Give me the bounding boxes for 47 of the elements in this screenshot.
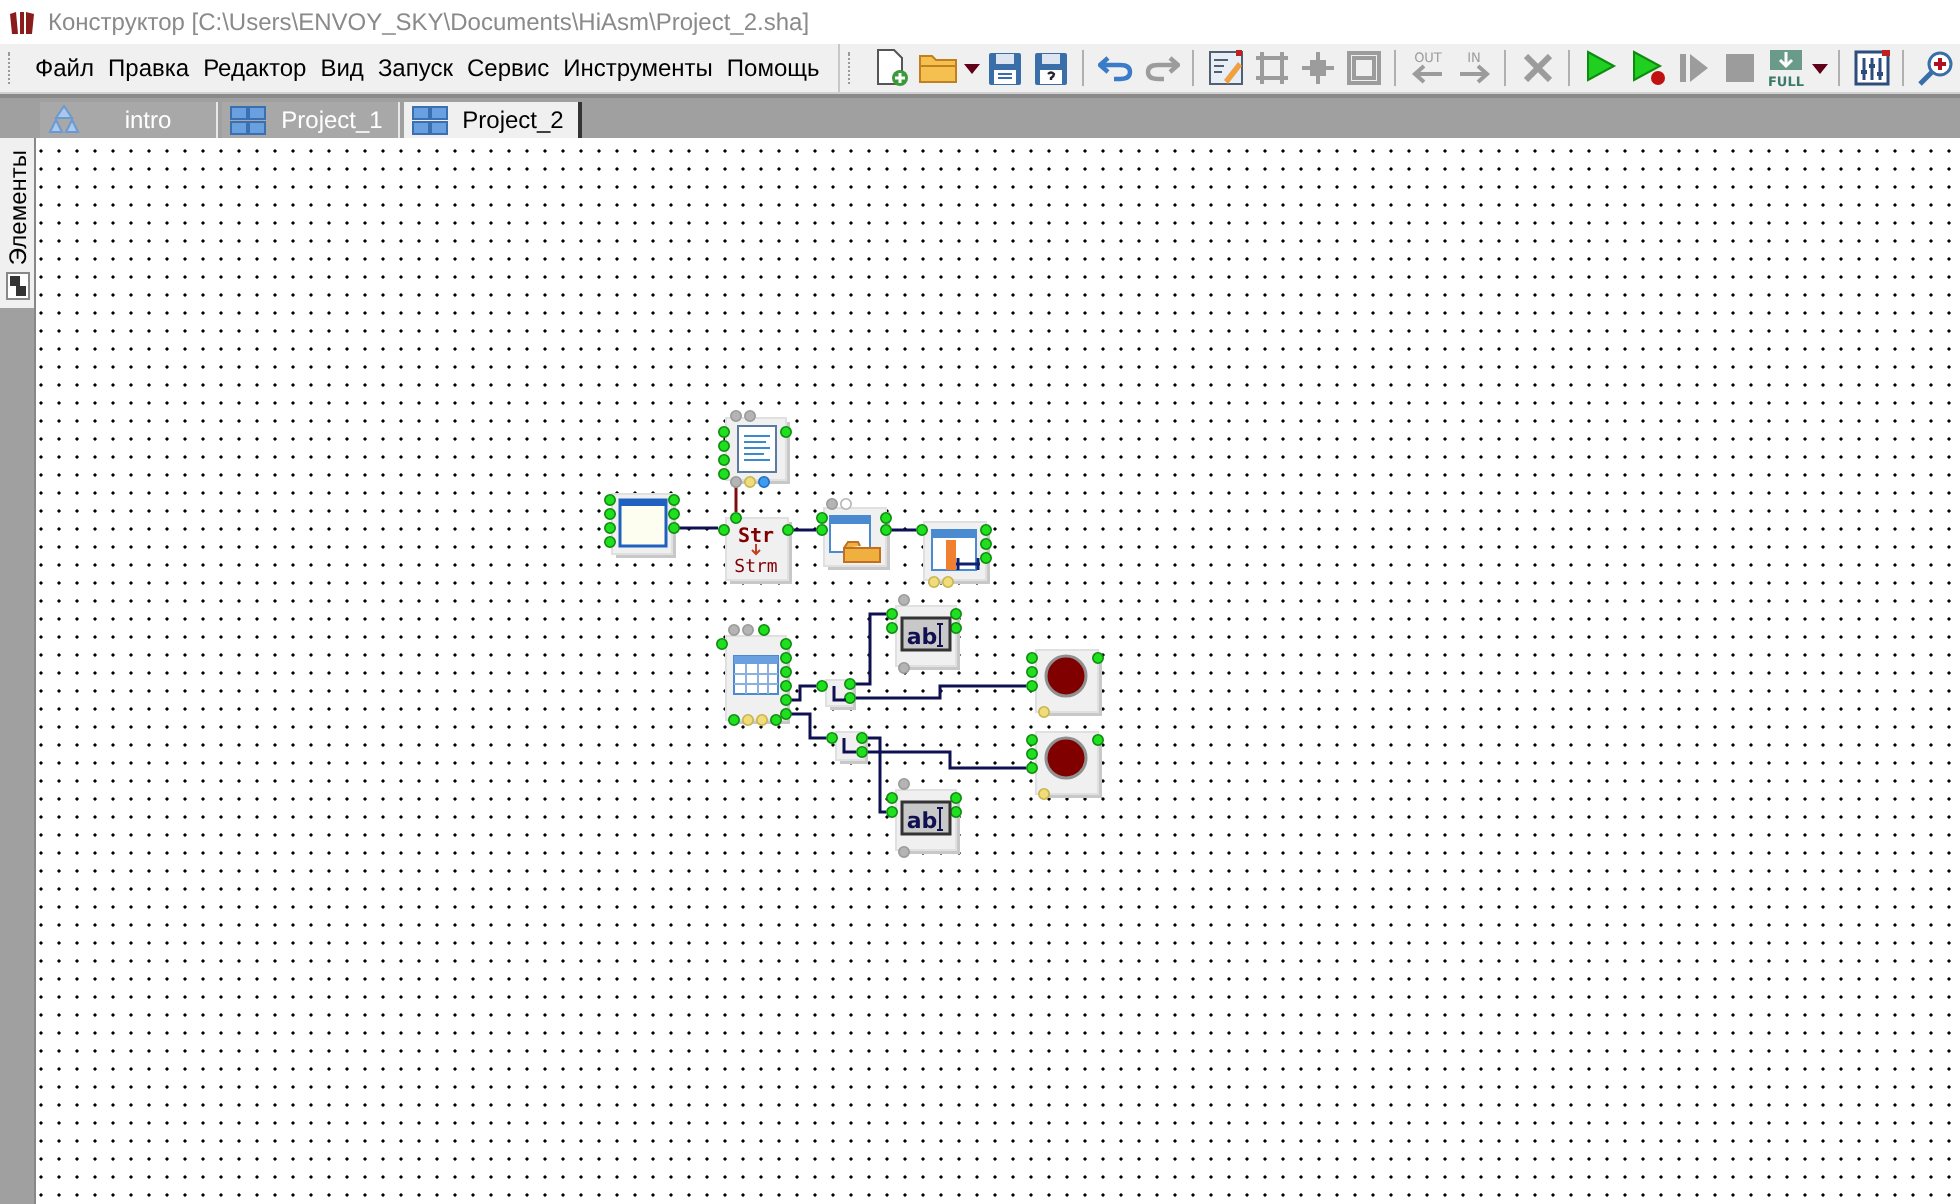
menu-item[interactable]: Файл [28, 54, 102, 82]
wire [890, 528, 916, 532]
undo-icon [1097, 54, 1134, 82]
menu-item[interactable]: Запуск [370, 54, 460, 82]
form-component[interactable] [604, 493, 680, 558]
new-file-icon [873, 48, 910, 88]
caret-icon [963, 63, 980, 73]
wire [678, 526, 718, 530]
windows-grid-icon [230, 105, 266, 135]
wire [790, 712, 826, 740]
play-icon [1583, 50, 1620, 86]
wire [790, 684, 816, 702]
menu-item[interactable]: Редактор [196, 54, 314, 82]
elements-icon [5, 271, 29, 300]
delete-icon [1523, 54, 1552, 82]
edit-document-icon [1207, 50, 1244, 86]
elements-panel-tab[interactable]: Элементы [0, 138, 34, 308]
stop-icon [1725, 54, 1754, 82]
document-tab[interactable]: Project_2 [404, 102, 582, 138]
redo-icon [1143, 54, 1180, 82]
wire [792, 528, 816, 532]
windows-grid-icon [412, 105, 448, 135]
menu-item[interactable]: Правка [101, 54, 197, 82]
square-frame-icon [1345, 50, 1382, 86]
cross-shape-icon [1299, 50, 1336, 86]
app-logo-icon [8, 8, 36, 36]
zoom-icon [1917, 50, 1954, 86]
step-icon [1677, 52, 1710, 84]
memo-component[interactable] [718, 410, 792, 488]
sliders-icon [1853, 50, 1890, 86]
window-title: Конструктор [C:\Users\ENVOY_SKY\Documents\HiAsm\Project_2.sha] [48, 8, 810, 36]
menu-item[interactable]: Сервис [459, 54, 557, 82]
led-component[interactable] [1026, 649, 1104, 718]
table-list-component[interactable] [916, 521, 992, 588]
splitter-component[interactable] [826, 731, 868, 764]
led-component[interactable] [1026, 731, 1104, 800]
caret-icon [1811, 63, 1828, 73]
splitter-component[interactable] [816, 678, 856, 710]
wire [734, 486, 738, 512]
folder-icon [917, 52, 958, 84]
menu-item[interactable]: Вид [313, 54, 371, 82]
menu-item[interactable]: Инструменты [556, 54, 720, 82]
menu-item[interactable]: Помощь [719, 54, 827, 82]
grid-component[interactable] [716, 624, 792, 726]
open-dialog-component[interactable] [816, 498, 892, 570]
play-record-icon [1629, 50, 1666, 86]
selection-frame-icon [1253, 50, 1290, 86]
